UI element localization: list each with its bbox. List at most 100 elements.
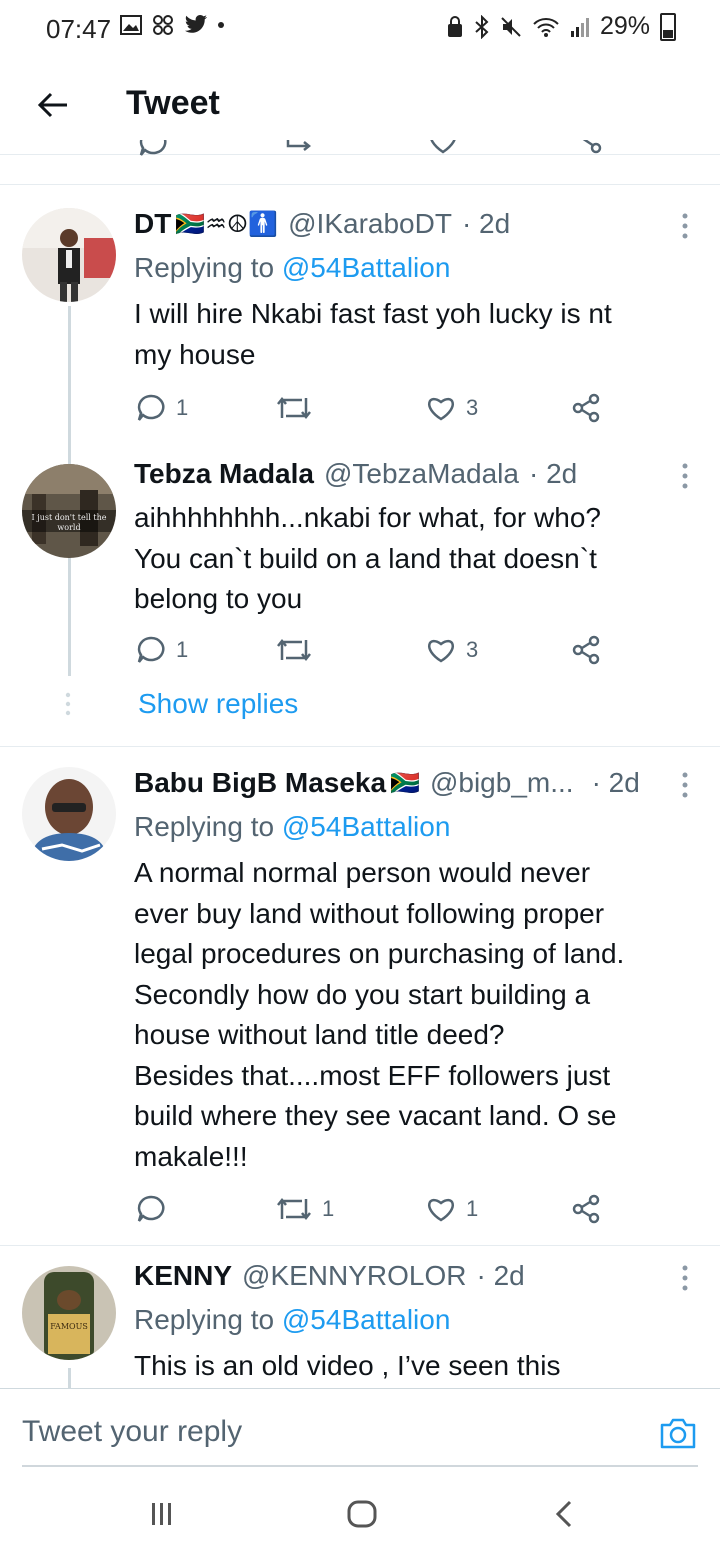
notification-icons [120,14,224,36]
avatar[interactable]: I just don't tell the world [22,464,116,558]
action-bar: 1 1 [134,1191,614,1227]
like-count: 3 [466,637,479,662]
avatar-photo [22,767,116,861]
timestamp: · 2d [591,767,640,798]
tweet-item[interactable]: Babu BigB Maseka 🇿🇦 @bigb_m... · 2d Repl… [0,747,720,1245]
display-name[interactable]: KENNY [134,1260,232,1292]
more-options-icon[interactable] [680,462,690,490]
like-count: 3 [466,395,479,420]
tweet-item[interactable]: I just don't tell the world Tebza Madala… [0,444,720,746]
heart-icon[interactable] [428,140,458,154]
avatar-photo [22,1266,116,1360]
thread-line [68,1368,71,1388]
battery-icon [660,12,676,41]
tweet-item[interactable]: DT 🇿🇦♒☮🚹 @IKaraboDT · 2d Replying to @54… [0,186,720,564]
battery-percent: 29% [599,12,650,40]
avatar[interactable] [22,767,116,861]
reply-button[interactable]: 1 [136,632,188,668]
reply-button[interactable]: 1 [136,390,188,426]
like-button[interactable]: 3 [426,390,478,426]
replying-prefix: Replying to [134,811,282,842]
camera-icon[interactable] [658,1413,698,1453]
tweet-header: KENNY @KENNYROLOR · 2d [134,1260,525,1292]
retweet-icon [277,638,311,662]
avatar[interactable]: FAMOUS [22,1266,116,1360]
retweet-button[interactable] [276,390,322,426]
home-icon [347,1500,377,1528]
retweet-button[interactable]: 1 [276,1191,334,1227]
action-bar: 1 3 [134,390,614,426]
reply-input[interactable]: Tweet your reply [22,1415,242,1449]
like-button[interactable]: 1 [426,1191,478,1227]
mention-link[interactable]: @54Battalion [282,1304,451,1335]
more-options-icon[interactable] [680,771,690,799]
show-replies-link[interactable]: Show replies [138,688,298,720]
user-handle[interactable]: @IKaraboDT [288,208,452,240]
display-name[interactable]: Tebza Madala [134,458,314,490]
back-nav-button[interactable] [544,1496,584,1532]
mention-link[interactable]: @54Battalion [282,252,451,283]
avatar-photo [22,464,116,558]
tweet-header: Babu BigB Maseka 🇿🇦 @bigb_m... · 2d [134,767,640,799]
more-options-icon[interactable] [680,1264,690,1292]
page-title: Tweet [126,84,220,122]
avatar-photo [22,208,116,302]
reply-count: 1 [176,637,189,662]
display-name[interactable]: Babu BigB Maseka [134,767,386,799]
reply-icon[interactable] [138,140,168,158]
replying-to: Replying to @54Battalion [134,811,450,843]
user-handle[interactable]: @TebzaMadala [324,458,519,490]
clock: 07:47 [46,14,112,44]
tweet-text: I will hire Nkabi fast fast yoh lucky is… [134,298,612,370]
tweet-text: A normal normal person would never ever … [134,857,625,1172]
name-emoji: 🇿🇦 [390,769,420,797]
recent-apps-icon [152,1503,171,1525]
tweet-item[interactable]: FAMOUS KENNY @KENNYROLOR · 2d Replying t… [0,1246,720,1388]
input-underline [22,1465,698,1467]
share-icon [572,393,600,423]
system-icons: 29% [446,12,676,41]
like-count: 1 [466,1196,479,1221]
user-handle[interactable]: @bigb_m... [430,767,574,799]
user-handle[interactable]: @KENNYROLOR [242,1260,466,1292]
thread-dots-icon [65,692,71,716]
previous-tweet-actions [0,140,720,185]
heart-icon [428,639,454,663]
tweet-header: Tebza Madala @TebzaMadala · 2d [134,458,577,490]
back-button[interactable] [30,82,76,128]
retweet-button[interactable] [276,632,322,668]
reply-count: 1 [176,395,189,420]
status-bar: 07:47 29% [0,0,720,58]
home-button[interactable] [342,1496,382,1532]
action-bar: 1 3 [134,632,614,668]
share-button[interactable] [572,632,602,668]
display-name[interactable]: DT [134,208,171,240]
timestamp: · 2d [476,1260,525,1291]
gallery-icon [120,15,142,35]
replying-prefix: Replying to [134,1304,282,1335]
share-button[interactable] [572,390,602,426]
retweet-icon[interactable] [284,140,318,156]
recent-apps-button[interactable] [142,1496,182,1532]
tweet-header: DT 🇿🇦♒☮🚹 @IKaraboDT · 2d [134,208,510,240]
share-icon[interactable] [574,140,602,156]
mute-icon [501,16,521,37]
avatar-caption: FAMOUS [50,1322,88,1331]
pinwheel-icon [153,15,173,35]
more-options-icon[interactable] [680,212,690,240]
avatar[interactable] [22,208,116,302]
reply-button[interactable] [136,1191,176,1227]
lock-icon [447,15,462,37]
mention-link[interactable]: @54Battalion [282,811,451,842]
twitter-bird-icon [185,15,207,33]
share-button[interactable] [572,1191,602,1227]
tweet-text: aihhhhhhhh...nkabi for what, for who? Yo… [134,502,601,614]
like-button[interactable]: 3 [426,632,478,668]
replying-to: Replying to @54Battalion [134,252,450,284]
reply-icon [137,1195,165,1222]
timestamp: · 2d [461,208,511,239]
system-nav-bar [0,1468,720,1560]
share-icon [572,635,600,665]
retweet-icon [277,1197,311,1221]
reply-icon [137,394,165,421]
